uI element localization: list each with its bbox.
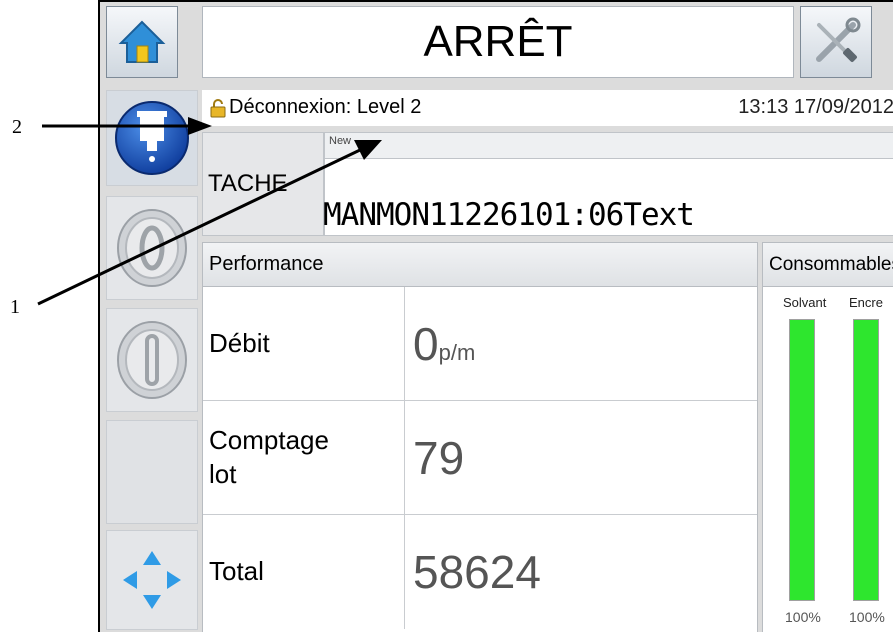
callout-arrowhead-2	[188, 117, 212, 135]
callout-arrows	[37, 117, 382, 306]
callout-arrow-1	[37, 148, 361, 306]
